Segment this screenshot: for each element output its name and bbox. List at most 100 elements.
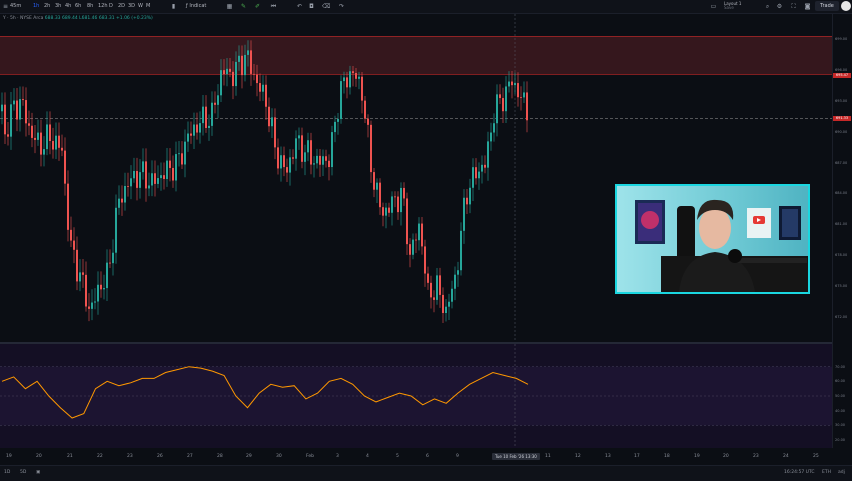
time-tick: 25 xyxy=(813,454,819,459)
timeframe-3h[interactable]: 3h xyxy=(55,3,61,10)
trade-button[interactable]: Trade xyxy=(815,1,839,11)
candle-body-148 xyxy=(445,306,447,314)
candles xyxy=(1,40,528,323)
replay-icon[interactable]: ⏮ xyxy=(270,3,277,10)
timeframe-1h[interactable]: 1h xyxy=(33,3,39,10)
candle-body-145 xyxy=(436,275,438,300)
timeframe-12h[interactable]: 12h xyxy=(98,3,108,10)
camera-icon[interactable]: ◘ xyxy=(308,3,315,10)
candle-body-152 xyxy=(457,270,459,275)
candle-body-121 xyxy=(364,100,366,119)
rsi-tick: 50.00 xyxy=(835,394,846,398)
candle-body-175 xyxy=(526,92,528,121)
candle-body-94 xyxy=(283,155,285,168)
candle-body-26 xyxy=(79,272,81,282)
candle-body-117 xyxy=(352,71,354,74)
candle-body-163 xyxy=(490,132,492,142)
candle-body-73 xyxy=(220,70,222,96)
timeframe-2d[interactable]: 2D xyxy=(118,3,125,10)
timeframe-w[interactable]: W xyxy=(138,3,143,10)
time-tick: Feb xyxy=(306,454,314,459)
candle-body-122 xyxy=(367,118,369,125)
candle-body-169 xyxy=(508,81,510,87)
indicators-button[interactable]: ƒ Indicat xyxy=(186,3,206,10)
webcam-video xyxy=(617,186,808,292)
timeframe-4h[interactable]: 4h xyxy=(65,3,71,10)
candle-body-43 xyxy=(130,178,132,187)
search-icon[interactable]: ⌕ xyxy=(764,3,771,10)
price-tick: 687.00 xyxy=(835,160,848,165)
candle-body-113 xyxy=(340,81,342,119)
candle-body-97 xyxy=(292,157,294,159)
candle-body-135 xyxy=(406,198,408,245)
timeframe-d[interactable]: D xyxy=(109,3,113,10)
candle-body-103 xyxy=(310,140,312,165)
range-5d[interactable]: 5D xyxy=(20,470,26,475)
candle-body-120 xyxy=(361,76,363,101)
candle-body-86 xyxy=(259,83,261,92)
candle-body-40 xyxy=(121,198,123,203)
candle-body-69 xyxy=(208,125,210,128)
calendar-icon[interactable]: ▣ xyxy=(36,470,40,475)
timeframe-3d[interactable]: 3D xyxy=(128,3,135,10)
timeframe-8h[interactable]: 8h xyxy=(87,3,93,10)
candle-body-146 xyxy=(439,275,441,295)
price-tick: 684.00 xyxy=(835,191,848,196)
candle-body-104 xyxy=(313,163,315,165)
candle-body-99 xyxy=(298,135,300,139)
pencil-icon[interactable]: ✎ xyxy=(240,3,247,10)
candle-body-12 xyxy=(37,132,39,140)
menu-icon[interactable]: ≡ xyxy=(2,3,9,10)
candle-body-110 xyxy=(331,132,333,168)
candle-body-127 xyxy=(382,207,384,216)
candle-body-54 xyxy=(163,175,165,179)
candle-body-108 xyxy=(325,156,327,161)
candle-body-118 xyxy=(355,73,357,79)
undo-icon[interactable]: ↶ xyxy=(296,3,303,10)
time-tick: 13 xyxy=(605,454,611,459)
trash-icon[interactable]: ⌫ xyxy=(322,3,330,10)
candle-body-61 xyxy=(184,141,186,165)
timeframe-2h[interactable]: 2h xyxy=(44,3,50,10)
time-tick: 17 xyxy=(634,454,640,459)
brush-icon[interactable]: ✐ xyxy=(254,3,261,10)
candle-body-82 xyxy=(247,50,249,55)
candle-body-46 xyxy=(139,172,141,188)
rsi-chart[interactable] xyxy=(0,344,832,448)
candle-body-15 xyxy=(46,124,48,150)
candle-body-52 xyxy=(157,178,159,184)
candle-body-33 xyxy=(100,284,102,290)
price-tick: 675.00 xyxy=(835,283,848,288)
avatar[interactable] xyxy=(841,1,851,11)
eth-toggle[interactable]: ETH xyxy=(822,470,831,475)
candle-body-96 xyxy=(289,157,291,173)
candle-body-56 xyxy=(169,160,171,168)
timeframe-6h[interactable]: 6h xyxy=(75,3,81,10)
candle-body-144 xyxy=(433,297,435,300)
time-tick: 22 xyxy=(97,454,103,459)
layout-selector[interactable]: Layout 1 Save xyxy=(724,2,741,10)
candle-body-161 xyxy=(484,164,486,168)
candle-body-58 xyxy=(175,154,177,181)
time-tick: 26 xyxy=(157,454,163,459)
candle-body-29 xyxy=(88,306,90,309)
candle-body-164 xyxy=(493,123,495,133)
rsi-pane[interactable] xyxy=(0,344,832,448)
time-tick: 30 xyxy=(276,454,282,459)
screenshot-icon[interactable]: ◙ xyxy=(804,3,811,10)
time-axis[interactable]: Tue 10 Feb '26 13:30 19 20 21 22 23 26 27 28 29 3… xyxy=(0,452,832,462)
range-1d[interactable]: 1D xyxy=(4,470,10,475)
timeframe-45m[interactable]: 45m xyxy=(10,3,21,10)
redo-icon[interactable]: ↷ xyxy=(338,3,345,10)
candle-body-147 xyxy=(442,294,444,314)
adj-toggle[interactable]: adj xyxy=(838,470,845,475)
timeframe-m[interactable]: M xyxy=(146,3,150,10)
layout-grid-icon[interactable]: ▭ xyxy=(710,3,717,10)
fullscreen-icon[interactable]: ⛶ xyxy=(790,3,797,10)
time-tick: 3 xyxy=(336,454,339,459)
layout-icon[interactable]: ▦ xyxy=(226,3,233,10)
candle-body-31 xyxy=(94,301,96,303)
candles-icon[interactable]: ▮ xyxy=(170,3,177,10)
price-scale[interactable]: 699.00 696.00 693.00 690.00 687.00 684.00 681.… xyxy=(832,14,852,448)
settings-icon[interactable]: ⚙ xyxy=(776,3,783,10)
